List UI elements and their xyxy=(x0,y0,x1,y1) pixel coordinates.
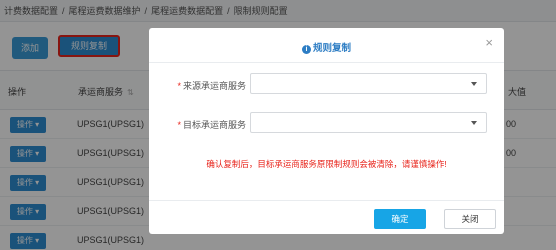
dialog-footer: 确定 关闭 xyxy=(149,200,504,234)
target-carrier-select[interactable] xyxy=(250,112,487,133)
close-icon[interactable]: × xyxy=(485,36,493,49)
close-button[interactable]: 关闭 xyxy=(444,209,496,229)
copy-rule-dialog: i 规则复制 × * 来源承运商服务 * 目标承运商服务 确认复制后，目标承运商服务原… xyxy=(149,28,504,234)
source-carrier-label-text: 来源承运商服务 xyxy=(182,81,246,91)
target-carrier-label-text: 目标承运商服务 xyxy=(182,120,246,130)
caret-down-icon xyxy=(471,82,477,86)
confirm-button[interactable]: 确定 xyxy=(374,209,426,229)
dialog-title: i 规则复制 xyxy=(149,40,504,54)
info-icon: i xyxy=(301,45,311,54)
dialog-header: i 规则复制 × xyxy=(149,28,504,63)
warning-message: 确认复制后，目标承运商服务原限制规则会被清除，请谨慎操作! xyxy=(206,159,447,169)
dialog-title-text: 规则复制 xyxy=(312,43,351,54)
required-marker: * xyxy=(177,81,181,91)
source-carrier-label: * 来源承运商服务 xyxy=(149,79,246,92)
target-carrier-label: * 目标承运商服务 xyxy=(149,118,246,131)
required-marker: * xyxy=(177,120,181,130)
caret-down-icon xyxy=(471,121,477,125)
source-carrier-select[interactable] xyxy=(250,73,487,94)
